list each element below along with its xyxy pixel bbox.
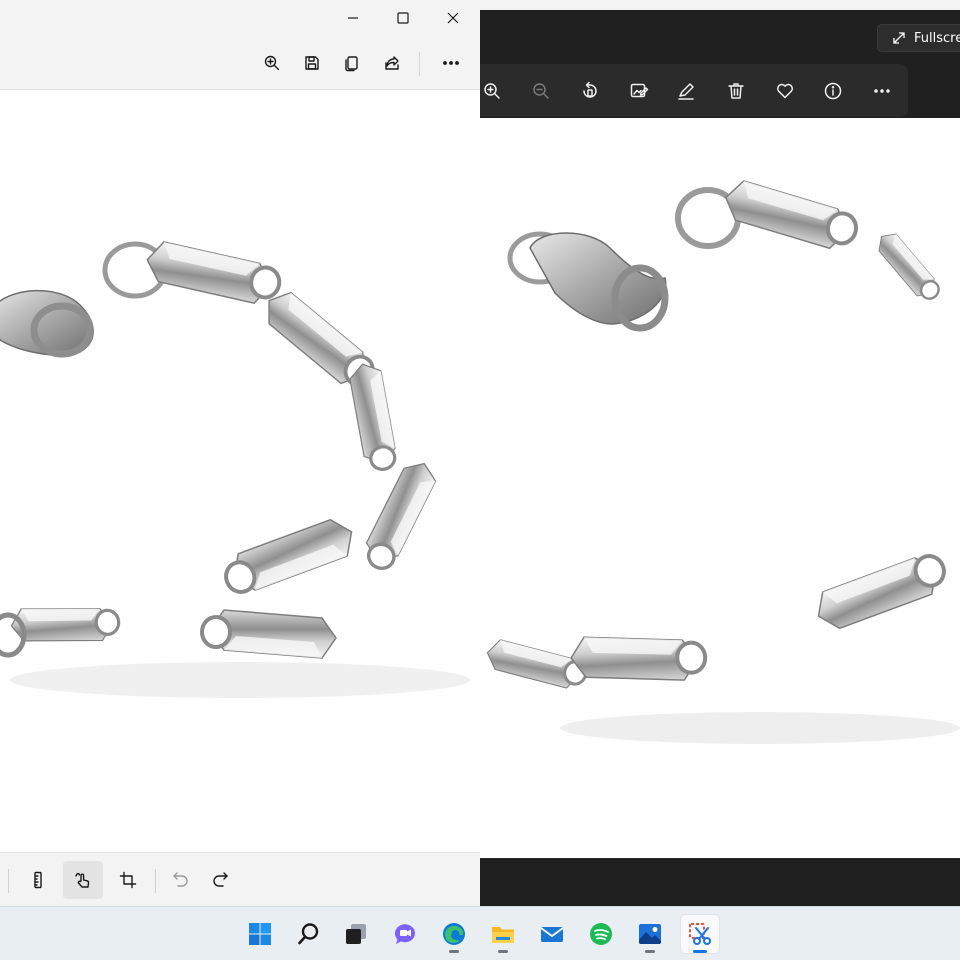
undo-icon[interactable] — [161, 861, 201, 899]
photos-icon[interactable] — [630, 914, 670, 954]
snip-canvas[interactable] — [0, 90, 480, 852]
running-indicator — [645, 950, 655, 953]
photos-titlebar: Fullscre — [480, 10, 960, 62]
snipping-titlebar — [0, 0, 480, 36]
snipping-tool-icon[interactable] — [680, 914, 720, 954]
bracelet-photo — [482, 176, 960, 744]
window-edge — [480, 0, 960, 10]
task-view-icon[interactable] — [336, 914, 376, 954]
photos-toolbar — [480, 64, 908, 117]
crop-icon[interactable] — [108, 861, 148, 899]
running-indicator — [449, 950, 459, 953]
spotify-icon[interactable] — [581, 914, 621, 954]
zoom-out-icon[interactable] — [527, 77, 555, 105]
fullscreen-button[interactable]: Fullscre — [877, 24, 960, 52]
touch-writing-icon[interactable] — [63, 861, 103, 899]
zoom-in-icon[interactable] — [258, 49, 286, 77]
photos-window: Fullscre — [480, 0, 960, 906]
more-icon[interactable] — [868, 77, 896, 105]
teams-chat-icon[interactable] — [385, 914, 425, 954]
zoom-in-icon[interactable] — [478, 77, 506, 105]
copy-icon[interactable] — [338, 49, 366, 77]
photos-filmstrip — [480, 858, 960, 906]
info-icon[interactable] — [819, 77, 847, 105]
share-icon[interactable] — [378, 49, 406, 77]
fullscreen-label: Fullscre — [914, 30, 960, 46]
maximize-icon[interactable] — [380, 0, 426, 36]
desktop: Fullscre — [0, 0, 960, 960]
snipping-toolbar — [0, 36, 480, 90]
snipping-bottom-toolbar — [0, 852, 480, 906]
edit-image-icon[interactable] — [625, 77, 653, 105]
close-icon[interactable] — [430, 0, 476, 36]
running-indicator — [498, 950, 508, 953]
bracelet-photo — [0, 238, 470, 698]
start-icon[interactable] — [240, 914, 280, 954]
save-icon[interactable] — [298, 49, 326, 77]
favorite-icon[interactable] — [771, 77, 799, 105]
search-icon[interactable] — [289, 914, 329, 954]
toolbar-divider — [419, 52, 420, 76]
running-indicator — [693, 950, 707, 953]
delete-icon[interactable] — [722, 77, 750, 105]
toolbar-divider — [8, 869, 9, 893]
snipping-tool-window — [0, 0, 480, 906]
file-explorer-icon[interactable] — [483, 914, 523, 954]
edge-icon[interactable] — [434, 914, 474, 954]
photo-viewer-canvas[interactable] — [480, 118, 960, 858]
rotate-icon[interactable] — [576, 77, 604, 105]
draw-icon[interactable] — [672, 77, 700, 105]
toolbar-divider — [155, 869, 156, 893]
expand-icon — [893, 32, 905, 44]
taskbar — [0, 906, 960, 960]
mail-icon[interactable] — [532, 914, 572, 954]
ruler-icon[interactable] — [18, 861, 58, 899]
more-icon[interactable] — [437, 49, 465, 77]
redo-icon[interactable] — [200, 861, 240, 899]
minimize-icon[interactable] — [330, 0, 376, 36]
